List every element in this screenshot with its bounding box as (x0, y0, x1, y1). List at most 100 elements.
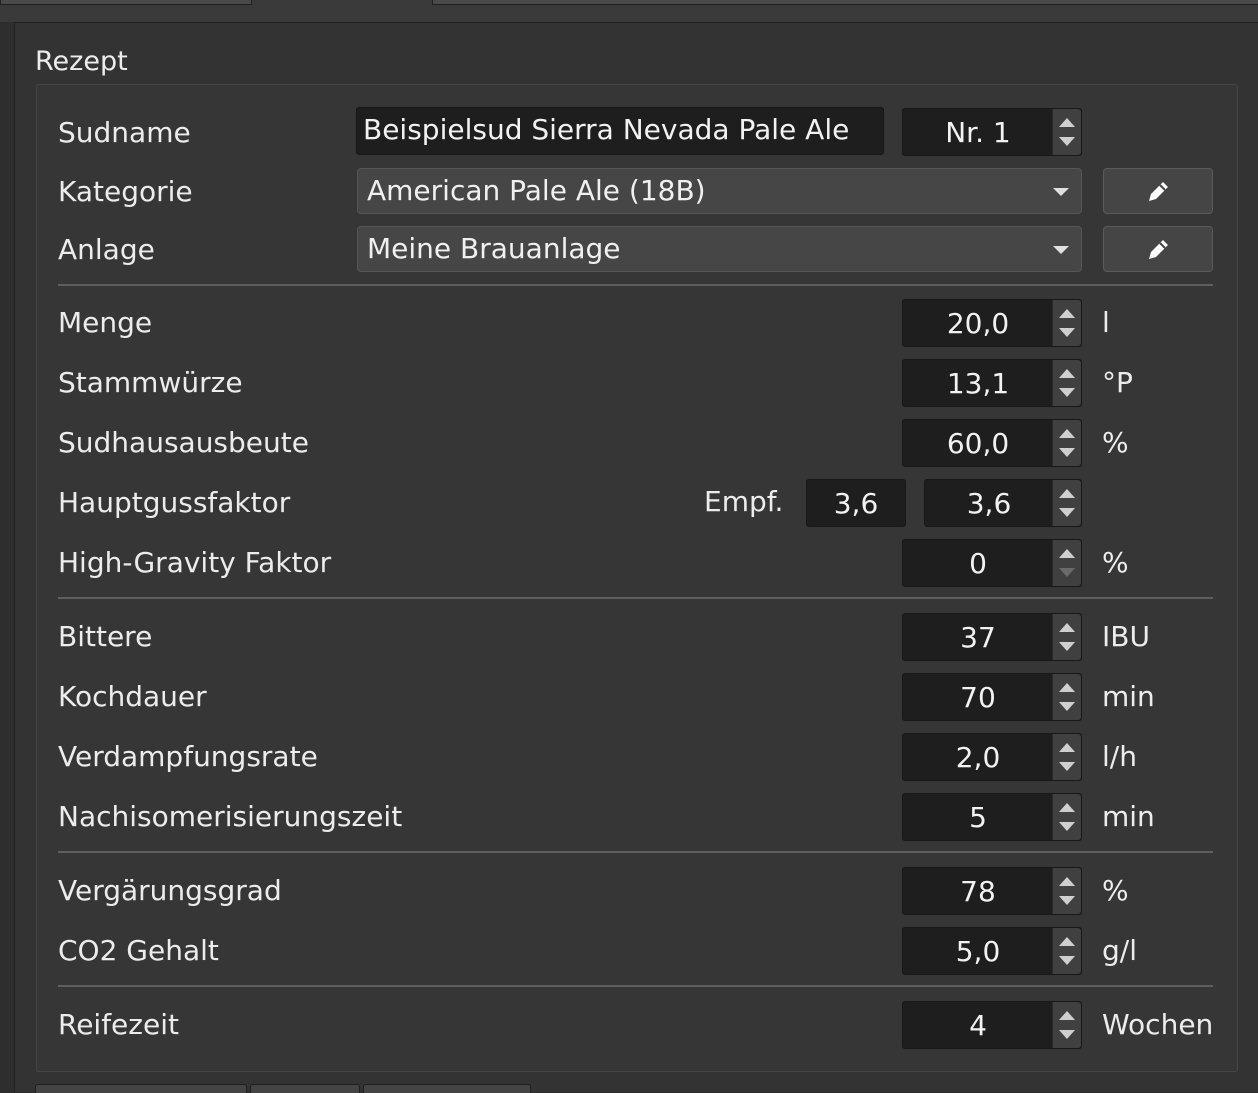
co2-unit: g/l (1102, 934, 1137, 967)
arrow-down-icon[interactable] (1059, 702, 1075, 711)
arrow-up-icon[interactable] (1059, 1011, 1075, 1020)
vergaerungsgrad-spin-buttons[interactable] (1052, 868, 1081, 914)
stammwuerze-spinbox[interactable]: 13,1 (902, 359, 1082, 407)
co2-spin-buttons[interactable] (1052, 928, 1081, 974)
verdampfungsrate-spinbox[interactable]: 2,0 (902, 733, 1082, 781)
stammwuerze-label: Stammwürze (58, 366, 243, 399)
reifezeit-spinbox[interactable]: 4 (902, 1001, 1082, 1049)
sudhausausbeute-value: 60,0 (946, 427, 1010, 460)
sud-nr-value: Nr. 1 (945, 116, 1011, 149)
arrow-down-icon[interactable] (1059, 896, 1075, 905)
arrow-up-icon[interactable] (1059, 877, 1075, 886)
arrow-up-icon[interactable] (1059, 369, 1075, 378)
arrow-up-icon[interactable] (1059, 683, 1075, 692)
hauptgussfaktor-label: Hauptgussfaktor (58, 486, 291, 519)
bittere-spin-buttons[interactable] (1052, 614, 1081, 660)
arrow-up-icon[interactable] (1059, 803, 1075, 812)
high-gravity-spin-buttons[interactable] (1052, 540, 1081, 586)
bittere-value: 37 (960, 621, 996, 654)
kategorie-label: Kategorie (58, 175, 193, 208)
vergaerungsgrad-label: Vergärungsgrad (58, 874, 282, 907)
co2-label: CO2 Gehalt (58, 934, 219, 967)
arrow-up-icon[interactable] (1059, 309, 1075, 318)
arrow-up-icon[interactable] (1059, 623, 1075, 632)
sudhausausbeute-label: Sudhausausbeute (58, 426, 309, 459)
reifezeit-spin-buttons[interactable] (1052, 1002, 1081, 1048)
arrow-up-icon[interactable] (1059, 549, 1075, 558)
arrow-up-icon[interactable] (1059, 743, 1075, 752)
kochdauer-unit: min (1102, 680, 1155, 713)
sud-nr-spin-buttons[interactable] (1052, 109, 1081, 155)
vergaerungsgrad-value: 78 (960, 875, 996, 908)
high-gravity-value: 0 (969, 547, 987, 580)
co2-value: 5,0 (955, 935, 1001, 968)
sudname-label: Sudname (58, 116, 191, 149)
hauptgussfaktor-spin-buttons[interactable] (1052, 480, 1081, 526)
arrow-up-icon[interactable] (1059, 118, 1075, 127)
verdampfungsrate-spin-buttons[interactable] (1052, 734, 1081, 780)
sud-nr-spinbox[interactable]: Nr. 1 (902, 108, 1082, 156)
arrow-down-icon[interactable] (1059, 388, 1075, 397)
kategorie-edit-button[interactable] (1103, 168, 1213, 214)
kategorie-select[interactable]: American Pale Ale (18B) (357, 168, 1082, 214)
vergaerungsgrad-spinbox[interactable]: 78 (902, 867, 1082, 915)
tab-bar (0, 0, 1258, 23)
anlage-value: Meine Brauanlage (367, 232, 621, 265)
kochdauer-value: 70 (960, 681, 996, 714)
group-title: Rezept (35, 46, 128, 77)
menge-spin-buttons[interactable] (1052, 300, 1081, 346)
reifezeit-value: 4 (969, 1009, 987, 1042)
hauptgussfaktor-spinbox[interactable]: 3,6 (924, 479, 1082, 527)
nachisomerisierungszeit-unit: min (1102, 800, 1155, 833)
sudname-input[interactable]: Beispielsud Sierra Nevada Pale Ale (356, 107, 884, 155)
high-gravity-label: High-Gravity Faktor (58, 546, 332, 579)
stammwuerze-value: 13,1 (946, 367, 1010, 400)
nachisomerisierungszeit-spinbox[interactable]: 5 (902, 793, 1082, 841)
separator (58, 597, 1213, 599)
tab[interactable] (0, 0, 252, 5)
high-gravity-spinbox[interactable]: 0 (902, 539, 1082, 587)
menge-unit: l (1102, 306, 1110, 339)
menge-spinbox[interactable]: 20,0 (902, 299, 1082, 347)
high-gravity-unit: % (1102, 546, 1129, 579)
arrow-down-icon[interactable] (1059, 328, 1075, 337)
kategorie-value: American Pale Ale (18B) (367, 174, 706, 207)
arrow-up-icon[interactable] (1059, 429, 1075, 438)
verdampfungsrate-unit: l/h (1102, 740, 1137, 773)
arrow-down-icon[interactable] (1059, 1030, 1075, 1039)
sudhausausbeute-spin-buttons[interactable] (1052, 420, 1081, 466)
chevron-down-icon (1053, 188, 1069, 196)
reifezeit-unit: Wochen (1102, 1008, 1214, 1041)
nachisomerisierungszeit-spin-buttons[interactable] (1052, 794, 1081, 840)
arrow-down-icon[interactable] (1059, 568, 1075, 577)
anlage-label: Anlage (58, 233, 155, 266)
anlage-select[interactable]: Meine Brauanlage (357, 226, 1082, 272)
nachisomerisierungszeit-value: 5 (969, 801, 987, 834)
arrow-down-icon[interactable] (1059, 956, 1075, 965)
arrow-down-icon[interactable] (1059, 822, 1075, 831)
arrow-up-icon[interactable] (1059, 489, 1075, 498)
bittere-label: Bittere (58, 620, 153, 653)
pencil-icon (1149, 240, 1168, 259)
chevron-down-icon (1053, 246, 1069, 254)
vergaerungsgrad-unit: % (1102, 874, 1129, 907)
stammwuerze-spin-buttons[interactable] (1052, 360, 1081, 406)
separator (58, 851, 1213, 853)
sudhausausbeute-spinbox[interactable]: 60,0 (902, 419, 1082, 467)
arrow-up-icon[interactable] (1059, 937, 1075, 946)
stammwuerze-unit: °P (1102, 366, 1133, 399)
arrow-down-icon[interactable] (1059, 642, 1075, 651)
arrow-down-icon[interactable] (1059, 448, 1075, 457)
co2-spinbox[interactable]: 5,0 (902, 927, 1082, 975)
pencil-icon (1149, 182, 1168, 201)
kochdauer-label: Kochdauer (58, 680, 207, 713)
arrow-down-icon[interactable] (1059, 762, 1075, 771)
menge-value: 20,0 (946, 307, 1010, 340)
arrow-down-icon[interactable] (1059, 137, 1075, 146)
kochdauer-spinbox[interactable]: 70 (902, 673, 1082, 721)
bittere-spinbox[interactable]: 37 (902, 613, 1082, 661)
tab[interactable] (432, 0, 1258, 5)
anlage-edit-button[interactable] (1103, 226, 1213, 272)
arrow-down-icon[interactable] (1059, 508, 1075, 517)
kochdauer-spin-buttons[interactable] (1052, 674, 1081, 720)
